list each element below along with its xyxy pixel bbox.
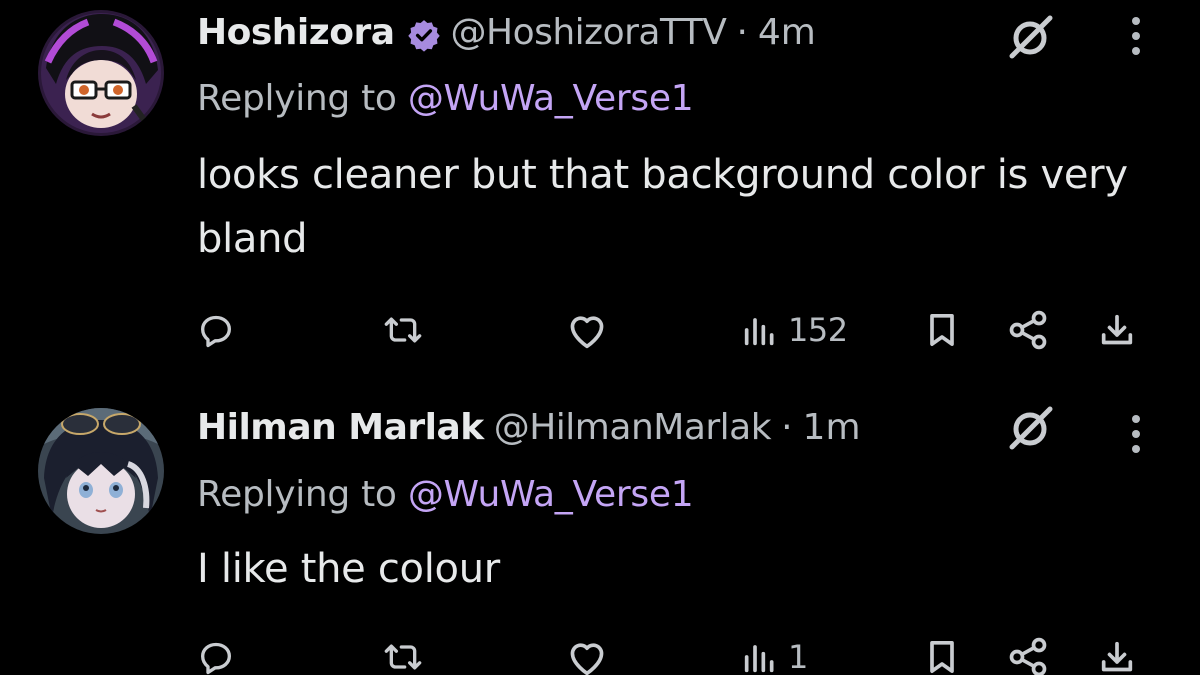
retweet-button[interactable]	[381, 632, 425, 675]
like-button[interactable]	[565, 632, 609, 675]
tweet-text: looks cleaner but that background color …	[197, 152, 1128, 262]
like-button[interactable]	[565, 305, 609, 355]
reply-icon	[196, 310, 236, 350]
author-handle[interactable]: @HoshizoraTTV	[451, 8, 727, 58]
download-icon	[1097, 310, 1137, 350]
retweet-icon	[381, 310, 425, 350]
share-icon	[1006, 635, 1050, 675]
download-button[interactable]	[1097, 305, 1137, 355]
replying-to-line: Replying to @WuWa_Verse1	[197, 74, 694, 124]
verified-badge-icon	[407, 16, 441, 52]
download-button[interactable]	[1097, 632, 1137, 675]
avatar[interactable]	[38, 408, 164, 534]
tweet-reply[interactable]: Hoshizora @HoshizoraTTV · 4m Replying to…	[0, 0, 1200, 395]
replying-to-line: Replying to @WuWa_Verse1	[197, 470, 694, 520]
download-icon	[1097, 637, 1137, 675]
heart-icon	[565, 637, 609, 675]
avatar[interactable]	[38, 10, 164, 136]
more-vertical-icon[interactable]	[1124, 409, 1148, 459]
retweet-button[interactable]	[381, 305, 425, 355]
bookmark-button[interactable]	[922, 305, 962, 355]
views-count: 152	[788, 311, 848, 349]
replying-to-label: Replying to	[197, 474, 397, 515]
bookmark-icon	[922, 310, 962, 350]
reply-button[interactable]	[196, 305, 236, 355]
share-icon	[1006, 308, 1050, 352]
timestamp[interactable]: 1m	[803, 403, 861, 453]
timestamp[interactable]: 4m	[758, 8, 816, 58]
replying-to-label: Replying to	[197, 78, 397, 119]
share-button[interactable]	[1006, 305, 1050, 355]
action-bar: 152	[0, 305, 1200, 355]
tweet-header: Hilman Marlak @HilmanMarlak · 1m	[197, 403, 861, 453]
author-name[interactable]: Hilman Marlak	[197, 403, 484, 453]
retweet-icon	[381, 637, 425, 675]
mention-link[interactable]: @WuWa_Verse1	[408, 474, 694, 515]
mention-link[interactable]: @WuWa_Verse1	[408, 78, 694, 119]
reply-icon	[196, 637, 236, 675]
grok-icon[interactable]	[1004, 12, 1056, 64]
views-button[interactable]: 1	[740, 632, 808, 675]
separator: ·	[781, 407, 793, 448]
tweet-header: Hoshizora @HoshizoraTTV · 4m	[197, 8, 816, 58]
separator: ·	[736, 12, 748, 53]
reply-feed: Hoshizora @HoshizoraTTV · 4m Replying to…	[0, 0, 1200, 675]
action-bar: 1	[0, 632, 1200, 675]
author-name[interactable]: Hoshizora	[197, 8, 395, 58]
bookmark-button[interactable]	[922, 632, 962, 675]
tweet-reply[interactable]: Hilman Marlak @HilmanMarlak · 1m Replyin…	[0, 395, 1200, 675]
bookmark-icon	[922, 637, 962, 675]
author-handle[interactable]: @HilmanMarlak	[494, 403, 772, 453]
views-icon	[740, 637, 780, 675]
more-vertical-icon[interactable]	[1124, 14, 1148, 64]
tweet-text: I like the colour	[197, 546, 500, 592]
views-count: 1	[788, 638, 808, 675]
heart-icon	[565, 310, 609, 350]
reply-button[interactable]	[196, 632, 236, 675]
views-icon	[740, 310, 780, 350]
grok-icon[interactable]	[1004, 403, 1056, 455]
share-button[interactable]	[1006, 632, 1050, 675]
views-button[interactable]: 152	[740, 305, 848, 355]
